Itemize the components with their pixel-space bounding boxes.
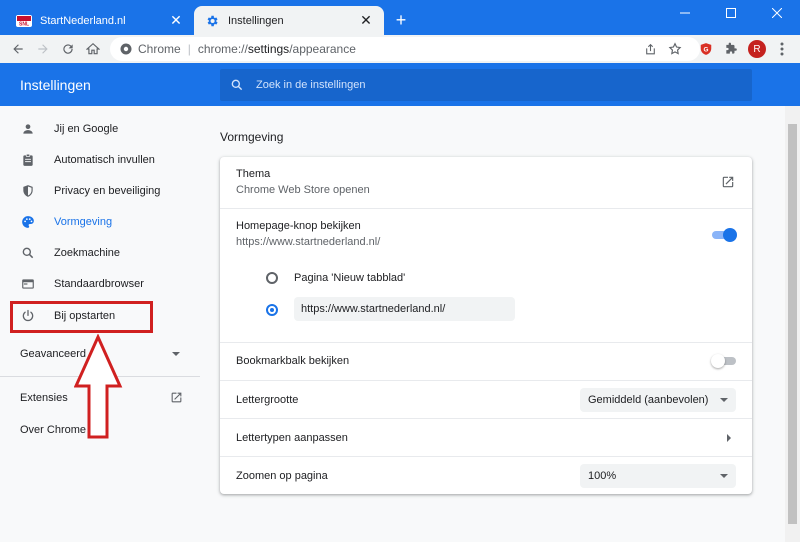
- bookmarks-bar-row[interactable]: Bookmarkbalk bekijken: [220, 342, 752, 380]
- scrollbar-thumb[interactable]: [788, 124, 797, 524]
- svg-text:SNL: SNL: [19, 21, 29, 27]
- zoom-row: Zoomen op pagina 100%: [220, 456, 752, 494]
- close-icon[interactable]: ✕: [358, 12, 374, 29]
- theme-label: Thema: [236, 168, 271, 180]
- extension-shield-icon[interactable]: G: [694, 37, 718, 61]
- font-size-row: Lettergrootte Gemiddeld (aanbevolen): [220, 380, 752, 418]
- fonts-label: Lettertypen aanpassen: [236, 432, 348, 444]
- clipboard-icon: [20, 152, 36, 168]
- settings-search-box[interactable]: [220, 69, 752, 101]
- person-icon: [20, 121, 36, 137]
- caret-down-icon: [172, 352, 180, 356]
- minimize-button[interactable]: [662, 0, 708, 26]
- radio-new-tab-label: Pagina 'Nieuw tabblad': [294, 272, 406, 284]
- address-bar[interactable]: Chrome | chrome://settings/appearance: [110, 37, 700, 61]
- bookmarks-bar-label: Bookmarkbalk bekijken: [236, 355, 350, 367]
- homepage-row: Homepage-knop bekijken https://www.start…: [220, 208, 752, 342]
- forward-button[interactable]: [31, 37, 55, 61]
- homepage-sublabel: https://www.startnederland.nl/: [236, 236, 381, 248]
- bookmark-star-icon[interactable]: [663, 37, 687, 61]
- search-icon: [20, 245, 36, 261]
- homepage-label: Homepage-knop bekijken: [236, 220, 361, 232]
- search-input[interactable]: [256, 79, 736, 91]
- share-icon[interactable]: [638, 37, 662, 61]
- tab-title: StartNederland.nl: [40, 14, 126, 27]
- chrome-site-icon: [120, 43, 132, 55]
- browser-toolbar: Chrome | chrome://settings/appearance G …: [0, 35, 800, 63]
- extensions-puzzle-icon[interactable]: [719, 37, 743, 61]
- sidebar-item-label: Zoekmachine: [54, 247, 121, 259]
- toggle-knob: [711, 354, 725, 368]
- sidebar-item-automatisch-invullen[interactable]: Automatisch invullen: [0, 145, 200, 175]
- homepage-url-input[interactable]: https://www.startnederland.nl/: [294, 297, 515, 321]
- fonts-row[interactable]: Lettertypen aanpassen: [220, 418, 752, 456]
- open-external-icon[interactable]: [721, 175, 735, 192]
- caret-down-icon: [720, 474, 728, 478]
- highlight-box: [10, 301, 153, 333]
- annotation-arrow-icon: [74, 334, 123, 439]
- browser-icon: [20, 276, 36, 292]
- zoom-value: 100%: [588, 470, 617, 482]
- zoom-select[interactable]: 100%: [580, 464, 736, 488]
- svg-text:G: G: [704, 46, 709, 53]
- omnibox-separator: |: [187, 42, 191, 56]
- appearance-card: Thema Chrome Web Store openen Homepage-k…: [220, 157, 752, 494]
- new-tab-button[interactable]: +: [390, 9, 412, 31]
- profile-avatar[interactable]: R: [745, 37, 769, 61]
- open-external-icon: [170, 391, 183, 407]
- toggle-knob: [723, 228, 737, 242]
- back-button[interactable]: [6, 37, 30, 61]
- shield-icon: [20, 183, 36, 199]
- page-scrollbar[interactable]: [785, 106, 800, 542]
- sidebar-item-standaardbrowser[interactable]: Standaardbrowser: [0, 269, 200, 299]
- sidebar-item-label: Automatisch invullen: [54, 154, 155, 166]
- startnederland-favicon-icon: SNL: [16, 13, 32, 29]
- close-icon[interactable]: ✕: [168, 12, 184, 29]
- palette-icon: [20, 214, 36, 230]
- theme-row[interactable]: Thema Chrome Web Store openen: [220, 157, 752, 208]
- url-text: chrome://settings/appearance: [197, 42, 356, 56]
- radio-custom-url[interactable]: [266, 304, 278, 316]
- sidebar-item-vormgeving[interactable]: Vormgeving: [0, 207, 200, 237]
- theme-sublabel: Chrome Web Store openen: [236, 184, 370, 196]
- chevron-right-icon: [727, 434, 731, 442]
- extensions-label: Extensies: [20, 392, 68, 404]
- settings-header: Instellingen: [0, 63, 800, 106]
- bookmarks-bar-toggle[interactable]: [711, 354, 736, 368]
- maximize-button[interactable]: [708, 0, 754, 26]
- font-size-label: Lettergrootte: [236, 394, 299, 406]
- sidebar-item-label: Jij en Google: [54, 123, 119, 135]
- reload-button[interactable]: [56, 37, 80, 61]
- font-size-select[interactable]: Gemiddeld (aanbevolen): [580, 388, 736, 412]
- tab-strip: SNL StartNederland.nl ✕ Instellingen ✕ +: [0, 0, 800, 35]
- gear-icon: [204, 13, 220, 29]
- search-icon: [230, 78, 244, 92]
- zoom-label: Zoomen op pagina: [236, 470, 328, 482]
- kebab-menu-icon[interactable]: [770, 37, 794, 61]
- sidebar-item-zoekmachine[interactable]: Zoekmachine: [0, 238, 200, 268]
- caret-down-icon: [720, 398, 728, 402]
- sidebar-item-label: Vormgeving: [54, 216, 113, 228]
- close-window-button[interactable]: [754, 0, 800, 26]
- tab-instellingen[interactable]: Instellingen ✕: [194, 6, 384, 35]
- radio-new-tab[interactable]: [266, 272, 278, 284]
- section-title: Vormgeving: [220, 130, 284, 144]
- profile-initial: R: [748, 40, 766, 58]
- page-title: Instellingen: [20, 77, 91, 93]
- tab-startnederland[interactable]: SNL StartNederland.nl ✕: [6, 6, 194, 35]
- site-label: Chrome: [138, 42, 181, 56]
- sidebar-item-label: Privacy en beveiliging: [54, 185, 161, 197]
- sidebar-item-privacy[interactable]: Privacy en beveiliging: [0, 176, 200, 206]
- font-size-value: Gemiddeld (aanbevolen): [588, 394, 709, 406]
- homepage-toggle[interactable]: [712, 228, 737, 242]
- sidebar-item-jij-en-google[interactable]: Jij en Google: [0, 114, 200, 144]
- sidebar-item-label: Standaardbrowser: [54, 278, 144, 290]
- home-button[interactable]: [81, 37, 105, 61]
- tab-title: Instellingen: [228, 14, 284, 27]
